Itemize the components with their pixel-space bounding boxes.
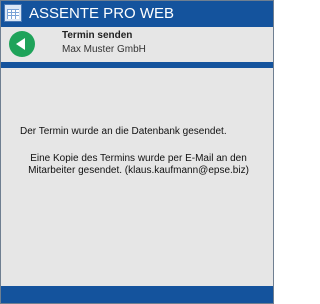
company-name: Max Muster GmbH [62,44,146,55]
database-sent-message: Der Termin wurde an die Datenbank gesend… [20,126,227,137]
app-logo-icon [4,4,22,22]
page-header: Termin senden Max Muster GmbH [1,27,273,62]
app-title: ASSENTE PRO WEB [29,5,175,22]
footer-bar [1,286,273,303]
back-button[interactable] [9,31,35,57]
app-bar: ASSENTE PRO WEB [1,1,273,27]
page-title: Termin senden [62,30,133,41]
app-window: ASSENTE PRO WEB Termin senden Max Muster… [0,0,274,304]
email-copy-message: Eine Kopie des Termins wurde per E-Mail … [28,153,249,176]
confirmation-message: Der Termin wurde an die Datenbank gesend… [1,68,273,286]
